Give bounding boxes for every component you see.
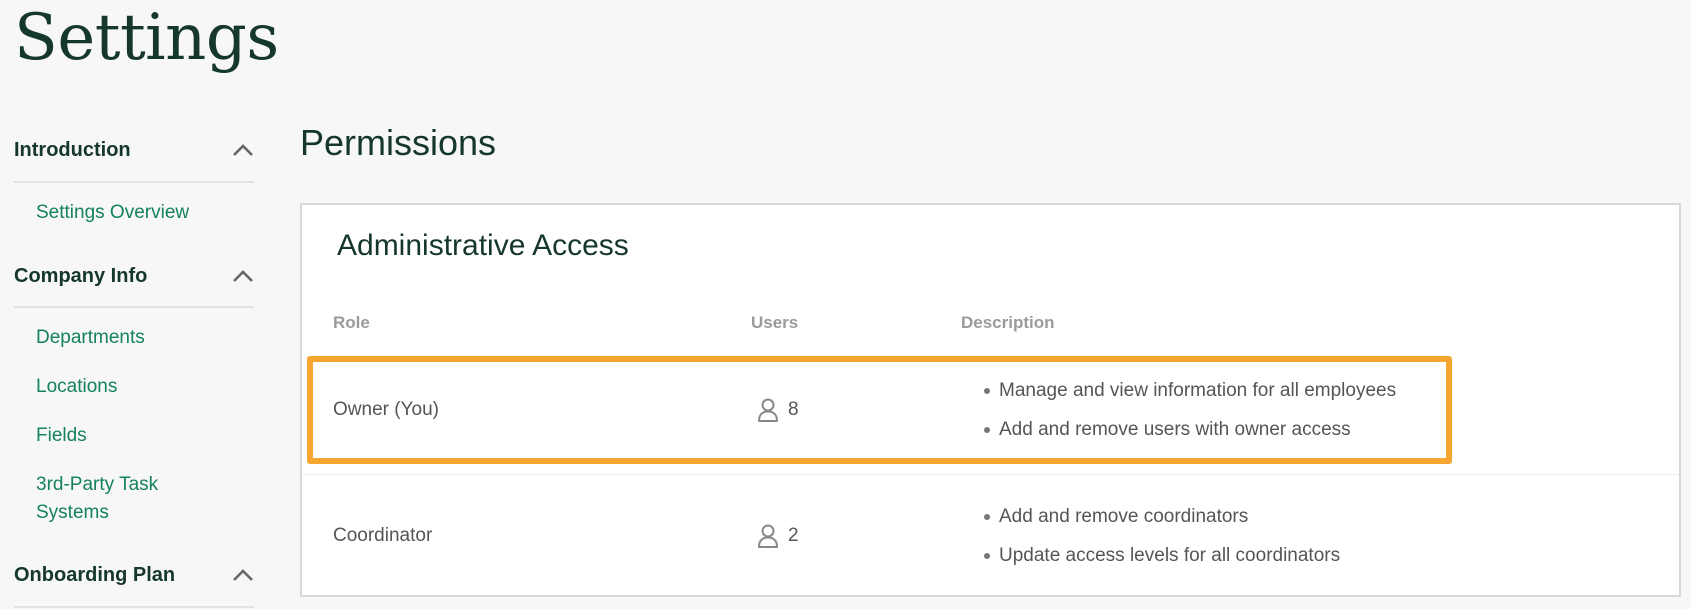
sidebar-section-label: Introduction xyxy=(14,138,131,161)
chevron-up-icon[interactable] xyxy=(232,269,254,283)
chevron-up-icon[interactable] xyxy=(232,143,254,157)
chevron-up-icon[interactable] xyxy=(232,568,254,582)
column-header-users: Users xyxy=(751,313,799,332)
sidebar-section-label: Onboarding Plan xyxy=(14,563,176,586)
users-count-cell[interactable]: 2 xyxy=(757,524,799,548)
description-item: Update access levels for all coordinator… xyxy=(982,536,1340,575)
row-divider xyxy=(302,474,1679,475)
users-count-cell[interactable]: 8 xyxy=(757,398,799,422)
column-header-description: Description xyxy=(961,313,1055,332)
sidebar-divider xyxy=(14,306,254,308)
administrative-access-card: Administrative Access Role Users Descrip… xyxy=(300,203,1681,597)
description-item: Add and remove users with owner access xyxy=(982,410,1396,449)
column-header-role: Role xyxy=(333,313,370,332)
user-icon xyxy=(758,524,778,548)
role-description: Add and remove coordinators Update acces… xyxy=(982,497,1340,575)
sidebar-item-fields[interactable]: Fields xyxy=(36,422,236,450)
user-count: 2 xyxy=(788,525,799,546)
user-count: 8 xyxy=(788,399,799,420)
page-title: Settings xyxy=(14,1,279,75)
sidebar-item-departments[interactable]: Departments xyxy=(36,324,236,352)
sidebar-section-label: Company Info xyxy=(14,264,148,287)
sidebar-item-3rd-party-task-systems[interactable]: 3rd-Party Task Systems xyxy=(36,471,196,527)
section-title: Permissions xyxy=(300,122,497,163)
role-name: Coordinator xyxy=(333,525,433,546)
sidebar-item-settings-overview[interactable]: Settings Overview xyxy=(36,199,236,227)
description-item: Add and remove coordinators xyxy=(982,497,1340,536)
sidebar-divider xyxy=(14,181,254,183)
sidebar-section-company-info[interactable]: Company Info xyxy=(14,261,254,291)
role-description: Manage and view information for all empl… xyxy=(982,371,1396,449)
card-title: Administrative Access xyxy=(337,229,629,262)
sidebar-section-introduction[interactable]: Introduction xyxy=(14,135,254,165)
user-icon xyxy=(758,398,778,422)
role-name: Owner (You) xyxy=(333,399,439,420)
sidebar-section-onboarding-plan[interactable]: Onboarding Plan xyxy=(14,560,254,590)
sidebar-item-locations[interactable]: Locations xyxy=(36,373,236,401)
sidebar-divider xyxy=(14,606,254,608)
description-item: Manage and view information for all empl… xyxy=(982,371,1396,410)
